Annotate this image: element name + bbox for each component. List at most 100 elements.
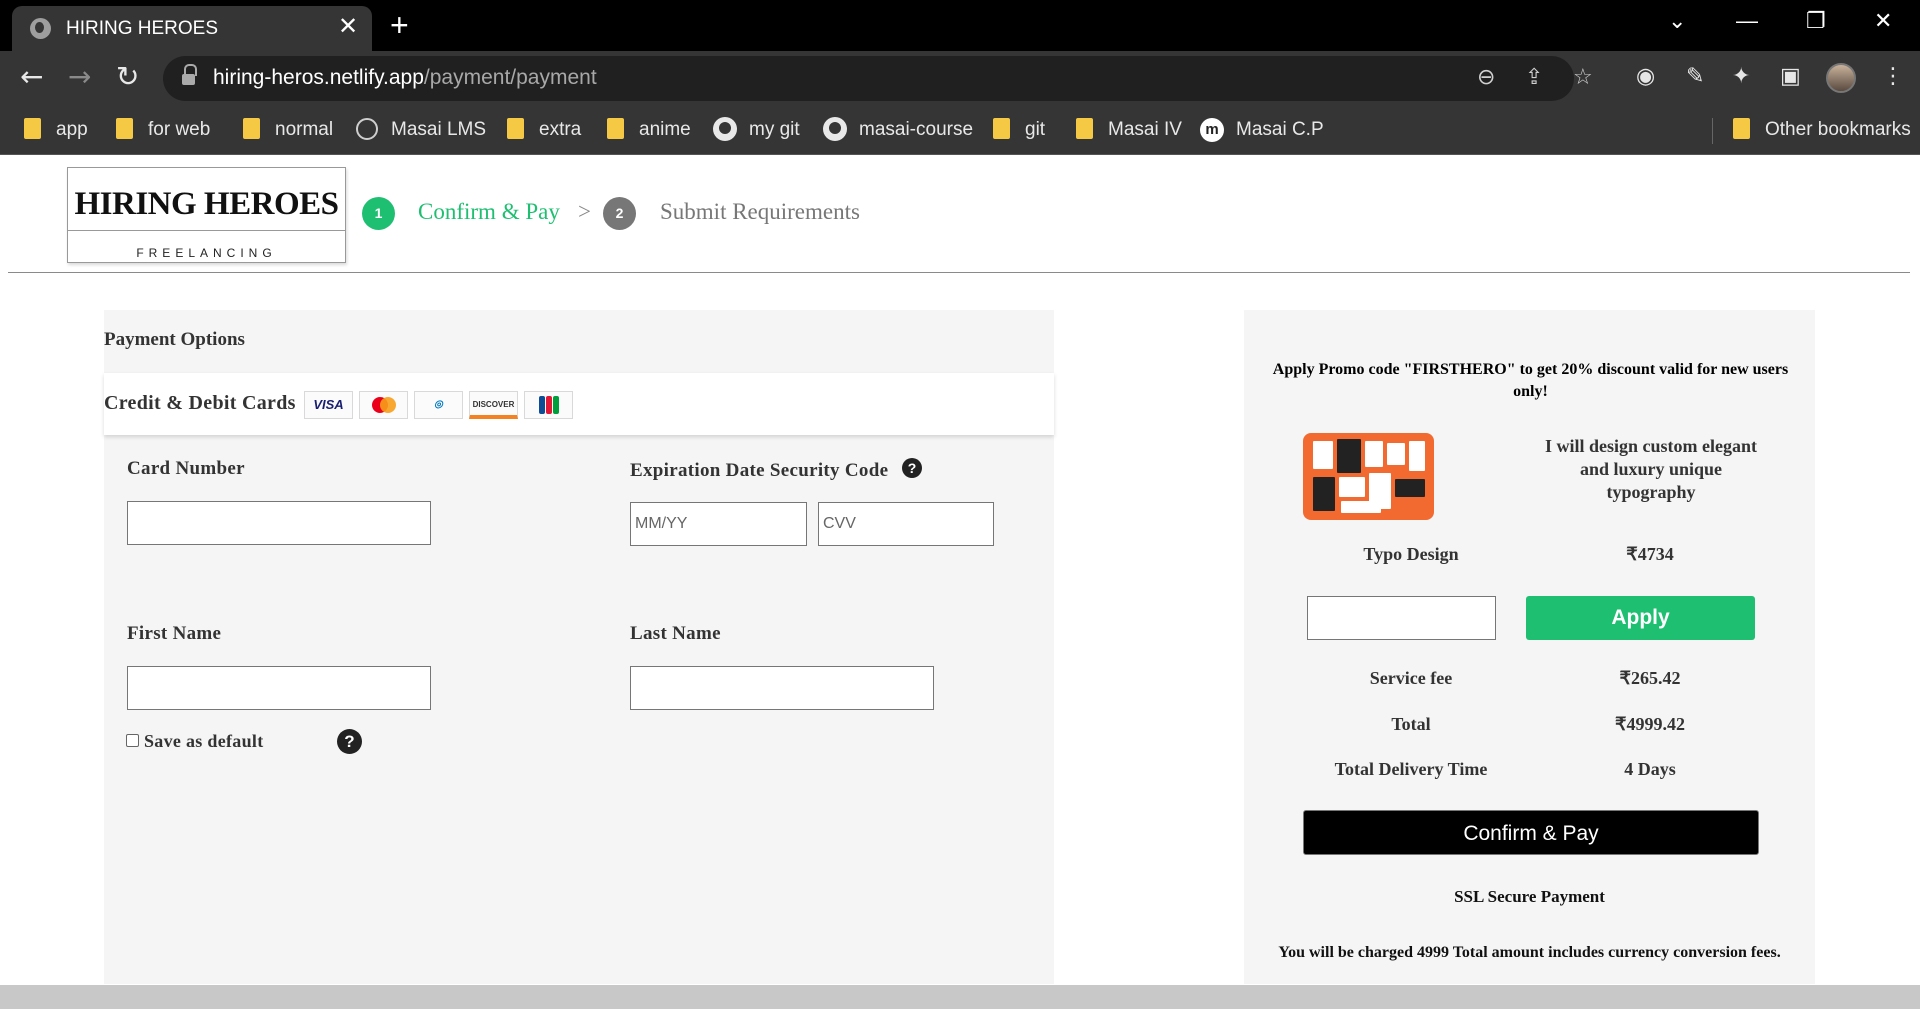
- url-text[interactable]: hiring-heros.netlify.app/payment/payment: [213, 66, 597, 90]
- step-1-badge: 1: [362, 197, 395, 230]
- bookmark-my-git[interactable]: my git: [713, 115, 800, 145]
- discover-icon: DISCOVER: [469, 391, 518, 419]
- last-name-label: Last Name: [630, 623, 721, 644]
- mastercard-icon: [359, 391, 408, 419]
- first-name-label: First Name: [127, 623, 222, 644]
- menu-kebab-icon[interactable]: ⋮: [1882, 63, 1904, 91]
- back-icon[interactable]: ←: [20, 61, 43, 93]
- bookmark-other[interactable]: Other bookmarks: [1733, 115, 1911, 145]
- expiry-date-input[interactable]: [630, 502, 807, 546]
- tab-search-icon[interactable]: ⌄: [1668, 8, 1686, 34]
- total-label: Total: [1391, 714, 1431, 734]
- card-number-label: Card Number: [127, 458, 245, 479]
- folder-icon: [1076, 118, 1093, 139]
- minimize-button[interactable]: —: [1736, 8, 1758, 34]
- jcb-icon: [524, 391, 573, 419]
- bookmark-masai-cp[interactable]: m Masai C.P: [1200, 115, 1324, 145]
- gig-thumbnail[interactable]: [1303, 433, 1434, 520]
- credit-debit-cards-row[interactable]: Credit & Debit Cards VISA ◎ DISCOVER: [104, 373, 1054, 435]
- bookmark-normal[interactable]: normal: [243, 115, 333, 145]
- charge-notice: You will be charged 4999 Total amount in…: [1278, 944, 1781, 961]
- github-icon: [823, 117, 847, 141]
- side-panel-icon[interactable]: ▣: [1780, 63, 1801, 91]
- reload-icon[interactable]: ↻: [116, 61, 139, 93]
- card-number-input[interactable]: [127, 501, 431, 545]
- browser-tab[interactable]: HIRING HEROES ✕: [12, 6, 372, 51]
- folder-icon: [1733, 118, 1750, 139]
- apply-promo-button[interactable]: Apply: [1526, 596, 1755, 640]
- bookmark-star-icon[interactable]: ☆: [1573, 65, 1593, 91]
- folder-icon: [243, 118, 260, 139]
- forward-icon[interactable]: →: [68, 61, 91, 93]
- browser-tab-strip: HIRING HEROES ✕ + ⌄ — ❐ ✕: [0, 0, 1920, 51]
- bookmark-git[interactable]: git: [993, 115, 1045, 145]
- address-bar[interactable]: hiring-heros.netlify.app/payment/payment…: [163, 56, 1593, 101]
- bookmark-masai-iv[interactable]: Masai IV: [1076, 115, 1182, 145]
- expiry-security-label: Expiration Date Security Code: [630, 460, 889, 481]
- save-default-label: Save as default: [144, 731, 264, 751]
- bookmark-app[interactable]: app: [24, 115, 88, 145]
- lock-icon[interactable]: [182, 64, 197, 86]
- last-name-input[interactable]: [630, 666, 934, 710]
- close-window-button[interactable]: ✕: [1874, 8, 1892, 34]
- tab-title: HIRING HEROES: [66, 18, 219, 39]
- item-price: ₹4734: [1626, 544, 1674, 564]
- diners-club-icon: ◎: [414, 391, 463, 419]
- step-2-label: Submit Requirements: [660, 199, 860, 224]
- bookmarks-bar: app for web normal Masai LMS extra anime…: [0, 105, 1920, 155]
- total-value: ₹4999.42: [1615, 714, 1685, 734]
- zoom-icon[interactable]: ⊖: [1477, 65, 1495, 91]
- visa-icon: VISA: [304, 391, 353, 419]
- first-name-input[interactable]: [127, 666, 431, 710]
- logo-subtitle: FREELANCING: [68, 246, 345, 260]
- payment-options-title: Payment Options: [104, 329, 245, 350]
- logo-divider: [68, 230, 345, 231]
- item-name: Typo Design: [1363, 544, 1459, 564]
- delivery-time-label: Total Delivery Time: [1334, 759, 1488, 779]
- step-2-badge: 2: [603, 197, 636, 230]
- promo-banner: Apply Promo code "FIRSTHERO" to get 20% …: [1272, 361, 1789, 400]
- new-tab-button[interactable]: +: [390, 8, 409, 42]
- cvv-input[interactable]: [818, 502, 994, 546]
- folder-icon: [507, 118, 524, 139]
- globe-icon: [30, 18, 51, 39]
- delivery-time-value: 4 Days: [1624, 759, 1676, 779]
- step-1-label: Confirm & Pay: [418, 199, 560, 224]
- security-code-help-icon[interactable]: ?: [902, 458, 922, 478]
- header-divider: [8, 272, 1910, 273]
- ssl-secure-text: SSL Secure Payment: [1454, 887, 1605, 906]
- confirm-pay-button[interactable]: Confirm & Pay: [1303, 810, 1759, 855]
- gig-title: I will design custom elegant and luxury …: [1544, 436, 1757, 502]
- bookmark-masai-course[interactable]: masai-course: [823, 115, 973, 145]
- save-default-checkbox[interactable]: [126, 734, 139, 747]
- order-summary-panel: [1244, 310, 1815, 984]
- bookmark-anime[interactable]: anime: [607, 115, 691, 145]
- save-default-help-icon[interactable]: ?: [337, 729, 362, 754]
- close-tab-icon[interactable]: ✕: [338, 14, 358, 40]
- profile-avatar[interactable]: [1826, 63, 1856, 93]
- browser-toolbar: ← → ↻ hiring-heros.netlify.app/payment/p…: [0, 51, 1920, 105]
- service-fee-value: ₹265.42: [1619, 668, 1681, 688]
- site-logo[interactable]: HIRING HEROES FREELANCING: [67, 167, 346, 263]
- masai-icon: m: [1200, 118, 1224, 142]
- extensions-puzzle-icon[interactable]: ✦: [1732, 63, 1750, 91]
- bookmark-for-web[interactable]: for web: [116, 115, 210, 145]
- restore-button[interactable]: ❐: [1806, 8, 1826, 34]
- logo-title: HIRING HEROES: [74, 186, 339, 222]
- folder-icon: [607, 118, 624, 139]
- github-icon: [713, 117, 737, 141]
- promo-code-input[interactable]: [1307, 596, 1496, 640]
- share-icon[interactable]: ⇪: [1525, 65, 1543, 91]
- bookmark-masai-lms[interactable]: Masai LMS: [356, 115, 486, 145]
- bookmarks-divider: [1712, 118, 1713, 144]
- extension-icon[interactable]: ◉: [1636, 63, 1655, 91]
- bookmark-extra[interactable]: extra: [507, 115, 581, 145]
- extension-pen-icon[interactable]: ✎: [1686, 63, 1704, 91]
- step-separator: >: [578, 199, 591, 224]
- folder-icon: [24, 118, 41, 139]
- globe-icon: [356, 118, 378, 140]
- service-fee-label: Service fee: [1369, 668, 1453, 688]
- cards-label: Credit & Debit Cards: [104, 392, 296, 414]
- folder-icon: [116, 118, 133, 139]
- horizontal-scrollbar[interactable]: [0, 985, 1920, 1009]
